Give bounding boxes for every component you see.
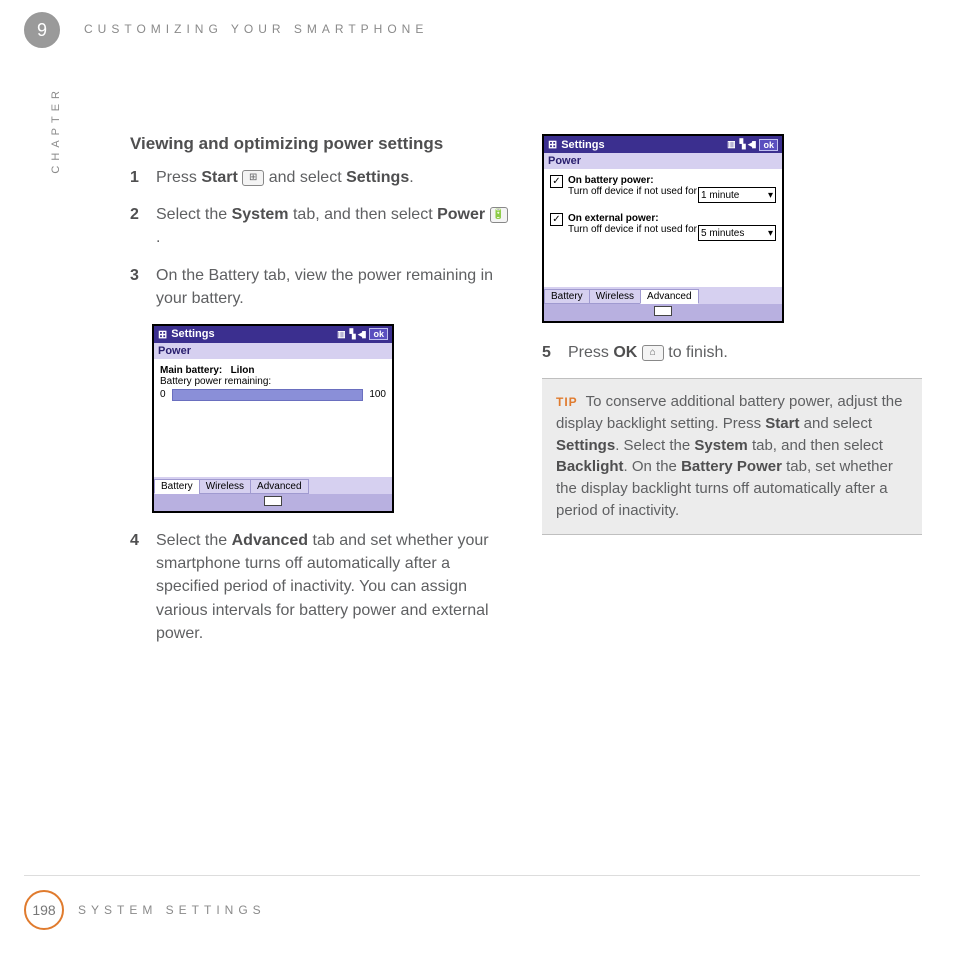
step-bold: Advanced [232,532,308,549]
device-tabs: Battery Wireless Advanced [154,477,392,494]
step-text: Press [568,344,613,361]
step-number: 3 [130,264,152,310]
main-battery-type: LiIon [231,365,255,376]
chapter-badge: 9 [24,12,60,48]
keyboard-icon [654,306,672,316]
tip-bold: Settings [556,437,615,454]
step-text: On the Battery tab, view the power remai… [156,264,510,310]
chapter-side-label: CHAPTER [50,86,62,174]
device-screenshot-battery: ⊞ Settings ▥ ▝▖◂▮ ok Power Main battery:… [152,324,394,513]
signal-icon: ▥ ▝▖◂▮ [337,329,365,340]
device-screenshot-advanced: ⊞ Settings ▥ ▝▖◂▮ ok Power ✓ On battery … [542,134,784,323]
main-battery-label: Main battery: [160,365,222,376]
tab-wireless: Wireless [589,289,641,304]
step-3: 3 On the Battery tab, view the power rem… [130,264,510,310]
tip-box: TIP To conserve additional battery power… [542,378,922,535]
step-bold: System [232,206,289,223]
battery-option-text: Turn off device if not used for [568,186,697,197]
footer-section-label: SYSTEM SETTINGS [78,903,266,917]
windows-flag-icon: ⊞ [158,328,167,341]
tip-bold: Start [765,415,799,432]
device-tabs: Battery Wireless Advanced [544,287,782,304]
windows-flag-icon: ⊞ [548,138,557,151]
step-number: 5 [542,341,564,364]
chevron-down-icon: ▾ [768,228,773,239]
step-text: . [156,229,160,246]
tip-bold: System [694,437,747,454]
checkbox-battery: ✓ [550,175,563,188]
step-bold: OK [613,344,637,361]
left-column: Viewing and optimizing power settings 1 … [130,134,510,659]
step-number: 2 [130,203,152,249]
remaining-label: Battery power remaining: [160,376,386,387]
page-footer: 198 SYSTEM SETTINGS [24,890,266,930]
device-subtitle: Power [154,343,392,359]
tab-battery: Battery [544,289,590,304]
step-text: and select [269,169,346,186]
step-text: Select the [156,532,232,549]
scale-min: 0 [160,389,166,400]
step-number: 1 [130,166,152,189]
tab-battery: Battery [154,479,200,494]
footer-rule [24,875,920,876]
ok-key-icon: ⌂ [642,345,664,361]
step-number: 4 [130,529,152,645]
signal-icon: ▥ ▝▖◂▮ [727,139,755,150]
step-text: to finish. [668,344,728,361]
right-column: ⊞ Settings ▥ ▝▖◂▮ ok Power ✓ On battery … [542,134,922,659]
device-ok-button: ok [759,139,778,151]
external-dropdown: 5 minutes ▾ [698,225,776,241]
step-1: 1 Press Start ⊞ and select Settings. [130,166,510,189]
power-icon: 🔋 [490,207,508,223]
battery-power-label: On battery power: [568,175,654,186]
scale-max: 100 [369,389,386,400]
battery-progress-bar [172,389,364,401]
battery-dropdown: 1 minute ▾ [698,187,776,203]
section-title: Viewing and optimizing power settings [130,134,510,154]
step-bold: Start [201,169,237,186]
step-text: Press [156,169,201,186]
tip-label: TIP [556,395,578,409]
device-subtitle: Power [544,153,782,169]
external-option-text: Turn off device if not used for [568,224,697,235]
step-5: 5 Press OK ⌂ to finish. [542,341,922,364]
tab-wireless: Wireless [199,479,251,494]
start-icon: ⊞ [242,170,264,186]
step-text: tab, and then select [289,206,438,223]
device-title: Settings [171,328,214,340]
tab-advanced: Advanced [640,289,698,304]
step-bold: Power [437,206,485,223]
device-ok-button: ok [369,328,388,340]
page-number-badge: 198 [24,890,64,930]
step-2: 2 Select the System tab, and then select… [130,203,510,249]
tip-text: tab, and then select [748,437,883,454]
chevron-down-icon: ▾ [768,190,773,201]
tip-text: . On the [624,458,682,475]
tip-bold: Backlight [556,458,624,475]
running-head: CUSTOMIZING YOUR SMARTPHONE [84,22,428,36]
tip-bold: Battery Power [681,458,782,475]
step-text: . [409,169,413,186]
external-dropdown-value: 5 minutes [701,228,744,239]
checkbox-external: ✓ [550,213,563,226]
external-power-label: On external power: [568,213,659,224]
step-4: 4 Select the Advanced tab and set whethe… [130,529,510,645]
tip-text: . Select the [615,437,694,454]
tip-text: and select [799,415,872,432]
step-text: Select the [156,206,232,223]
step-bold: Settings [346,169,409,186]
battery-dropdown-value: 1 minute [701,190,739,201]
device-title: Settings [561,139,604,151]
tab-advanced: Advanced [250,479,308,494]
keyboard-icon [264,496,282,506]
